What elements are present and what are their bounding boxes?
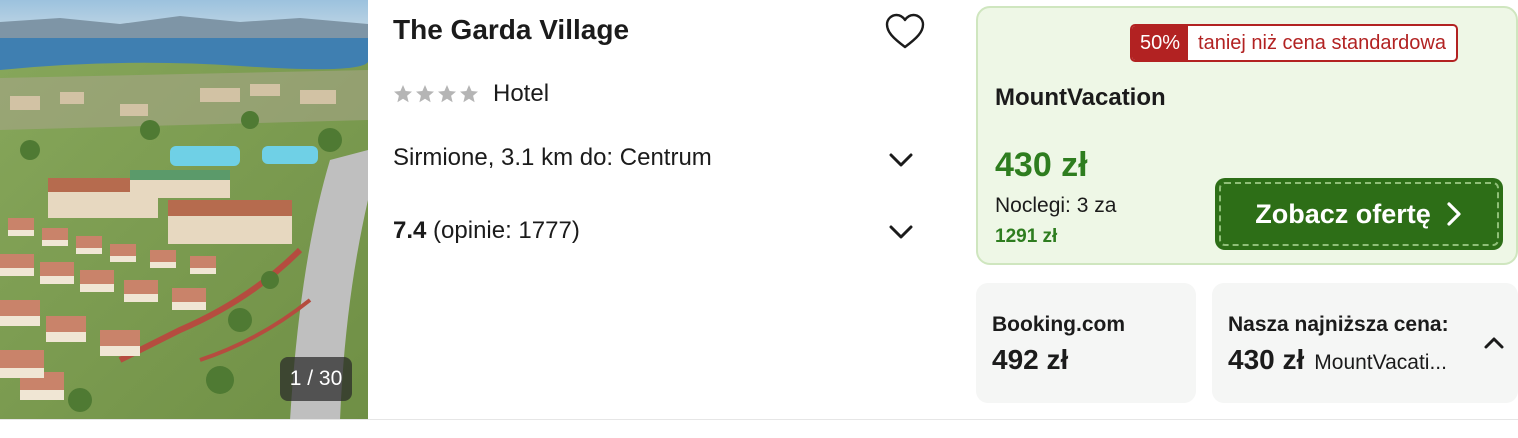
chevron-up-icon[interactable] xyxy=(1482,331,1506,355)
chevron-down-icon[interactable] xyxy=(887,218,915,246)
chevron-down-icon[interactable] xyxy=(887,146,915,174)
hotel-rating[interactable]: 7.4 (opinie: 1777) xyxy=(393,217,580,245)
offer-total: 1291 zł xyxy=(995,226,1058,247)
discount-badge: 50% taniej niż cena standardowa xyxy=(1130,24,1458,62)
star-icon xyxy=(438,85,456,103)
compare-provider-price: 492 zł xyxy=(992,344,1069,375)
heart-outline-icon[interactable] xyxy=(883,10,927,54)
lowest-price-box[interactable]: Nasza najniższa cena: 430 zł MountVacati… xyxy=(1212,283,1518,403)
hotel-location[interactable]: Sirmione, 3.1 km do: Centrum xyxy=(393,144,712,172)
rating-score: 7.4 xyxy=(393,217,427,244)
star-icon xyxy=(460,85,478,103)
lowest-price-row: 430 zł MountVacati... xyxy=(1228,344,1447,376)
view-offer-button[interactable]: Zobacz ofertę xyxy=(1215,178,1503,250)
photo-counter: 1 / 30 xyxy=(280,357,352,401)
compare-provider-box[interactable]: Booking.com 492 zł xyxy=(976,283,1196,403)
discount-text: taniej niż cena standardowa xyxy=(1198,32,1446,54)
lowest-price-value: 430 zł xyxy=(1228,344,1305,375)
hotel-category: Hotel xyxy=(393,80,549,108)
hotel-info: The Garda Village Hotel Sirmione, 3.1 km… xyxy=(393,0,938,420)
rating-reviews: (opinie: 1777) xyxy=(433,217,580,244)
hotel-name[interactable]: The Garda Village xyxy=(393,14,629,46)
compare-provider-name: Booking.com xyxy=(992,313,1126,336)
best-offer-box: 50% taniej niż cena standardowa MountVac… xyxy=(976,6,1518,265)
star-rating xyxy=(393,84,479,104)
hotel-type: Hotel xyxy=(493,80,550,107)
discount-percent: 50% xyxy=(1132,26,1189,60)
hotel-result-card: 1 / 30 The Garda Village Hotel Sirmione,… xyxy=(0,0,1518,420)
offer-provider: MountVacation xyxy=(995,84,1166,111)
chevron-right-icon xyxy=(1447,202,1461,226)
lowest-price-label: Nasza najniższa cena: xyxy=(1228,313,1449,336)
star-icon xyxy=(394,85,412,103)
offer-nights: Noclegi: 3 za xyxy=(995,194,1117,217)
card-divider xyxy=(0,419,1518,420)
lowest-price-provider: MountVacati... xyxy=(1314,351,1447,374)
view-offer-label: Zobacz ofertę xyxy=(1255,198,1431,229)
hotel-photo[interactable]: 1 / 30 xyxy=(0,0,368,420)
offer-price: 430 zł xyxy=(995,146,1088,184)
star-icon xyxy=(416,85,434,103)
